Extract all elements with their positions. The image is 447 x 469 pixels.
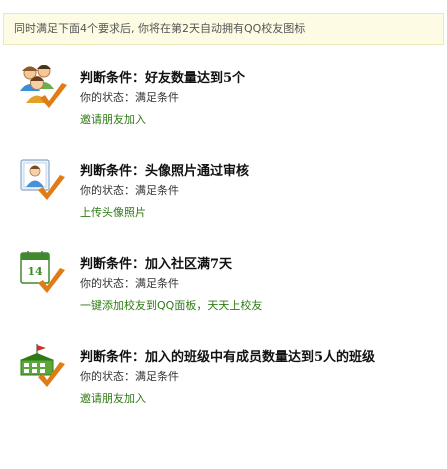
condition-status: 你的状态：满足条件 <box>80 91 179 104</box>
add-to-qq-panel-link[interactable]: 一键添加校友到QQ面板，天天上校友 <box>80 297 262 313</box>
condition-title: 判断条件：好友数量达到5个 <box>80 71 246 86</box>
condition-title: 判断条件：加入社区满7天 <box>80 257 233 272</box>
condition-status: 你的状态：满足条件 <box>80 184 179 197</box>
invite-friends-link[interactable]: 邀请朋友加入 <box>80 111 146 127</box>
notice-text: 同时满足下面4个要求后, 你将在第2天自动拥有QQ校友图标 <box>14 22 306 35</box>
condition-item-class: 判断条件：加入的班级中有成员数量达到5人的班级 你的状态：满足条件 邀请朋友加入 <box>0 344 447 424</box>
condition-item-friends: 判断条件：好友数量达到5个 你的状态：满足条件 邀请朋友加入 <box>0 65 447 145</box>
condition-title: 判断条件：头像照片通过审核 <box>80 164 250 179</box>
condition-item-avatar: 判断条件：头像照片通过审核 你的状态：满足条件 上传头像照片 <box>0 158 447 238</box>
calendar-icon: 14 <box>18 251 70 299</box>
calendar-day-text: 14 <box>27 265 43 278</box>
class-building-icon <box>18 344 70 392</box>
invite-friends-link[interactable]: 邀请朋友加入 <box>80 390 146 406</box>
condition-status: 你的状态：满足条件 <box>80 370 179 383</box>
condition-title: 判断条件：加入的班级中有成员数量达到5人的班级 <box>80 350 376 365</box>
condition-item-days: 14 判断条件：加入社区满7天 你的状态：满足条件 一键添加校友到QQ面板，天天… <box>0 251 447 331</box>
avatar-photo-icon <box>18 158 70 206</box>
condition-status: 你的状态：满足条件 <box>80 277 179 290</box>
friends-icon <box>18 65 70 113</box>
upload-avatar-link[interactable]: 上传头像照片 <box>80 204 146 220</box>
notice-banner: 同时满足下面4个要求后, 你将在第2天自动拥有QQ校友图标 <box>3 13 444 45</box>
